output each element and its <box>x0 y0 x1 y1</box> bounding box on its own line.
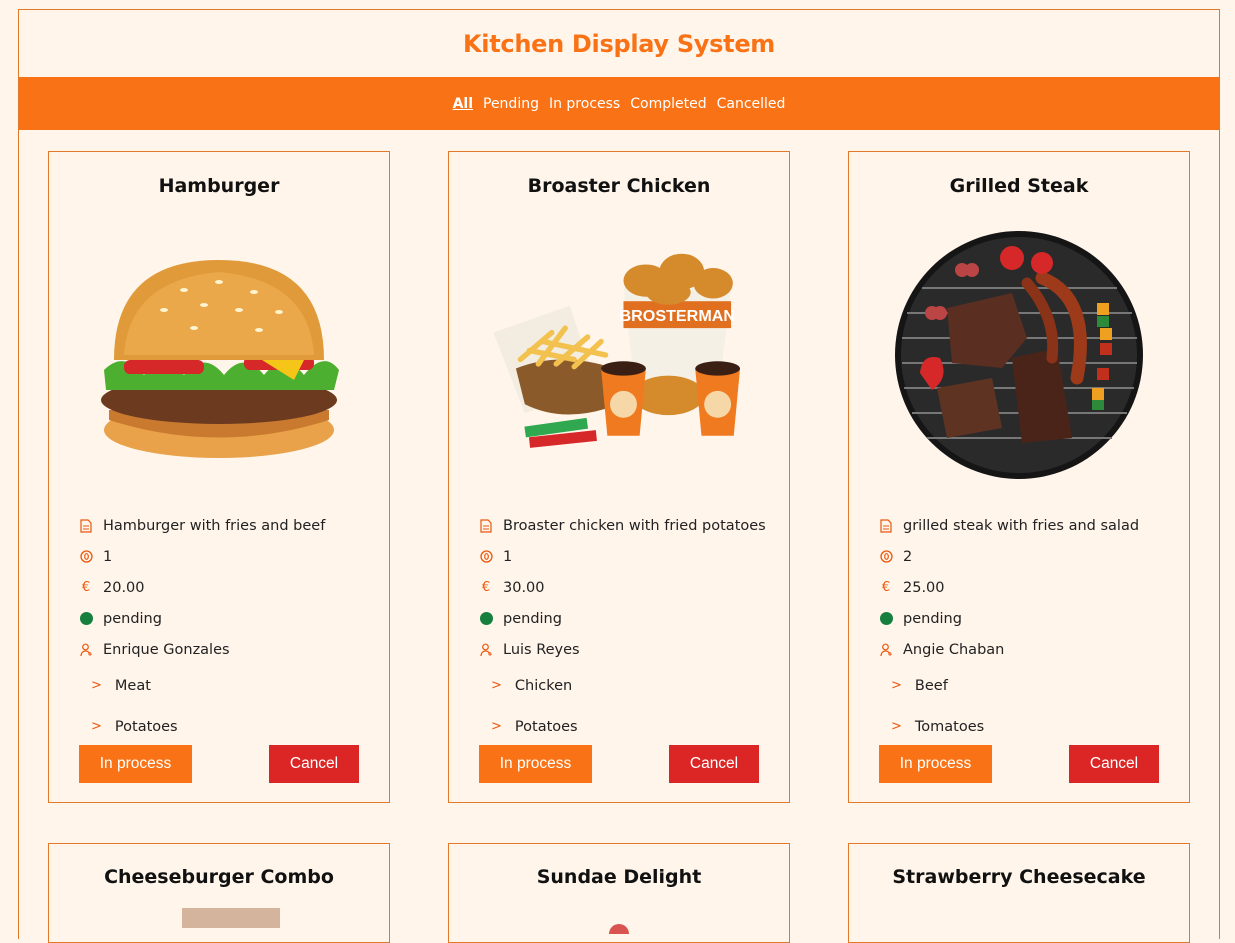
svg-text:BROSTERMAN: BROSTERMAN <box>619 307 735 325</box>
order-card: Cheeseburger Combo <box>48 843 390 943</box>
order-card: Broaster Chicken BROSTERMAN Broaster chi… <box>448 151 790 803</box>
order-title: Cheeseburger Combo <box>104 866 334 888</box>
quantity-icon <box>79 550 93 564</box>
customer-row: Luis Reyes <box>479 634 779 665</box>
order-title: Broaster Chicken <box>527 175 711 197</box>
cancel-button[interactable]: Cancel <box>1069 745 1159 783</box>
ingredient-item: > Potatoes <box>91 718 178 735</box>
grilled-steak-image <box>889 220 1149 490</box>
filter-bar: All Pending In process Completed Cancell… <box>19 77 1219 130</box>
order-price: 30.00 <box>503 579 545 596</box>
chevron-right-icon: > <box>491 678 502 693</box>
document-icon <box>79 518 93 533</box>
order-status: pending <box>503 610 562 627</box>
quantity-icon <box>879 550 893 564</box>
price-row: € 30.00 <box>479 572 779 603</box>
user-icon <box>879 643 893 657</box>
euro-icon: € <box>481 580 491 595</box>
order-description: Broaster chicken with fried potatoes <box>503 517 766 534</box>
order-details: grilled steak with fries and salad 2 € 2… <box>879 510 1179 747</box>
in-process-button[interactable]: In process <box>79 745 192 783</box>
chevron-right-icon: > <box>91 719 102 734</box>
chevron-right-icon: > <box>891 719 902 734</box>
order-title: Strawberry Cheesecake <box>892 866 1146 888</box>
status-dot-icon <box>879 612 893 626</box>
order-customer: Angie Chaban <box>903 641 1005 658</box>
euro-icon: € <box>881 580 891 595</box>
description-row: grilled steak with fries and salad <box>879 510 1179 541</box>
price-row: € 20.00 <box>79 572 379 603</box>
ingredient-item: > Potatoes <box>491 718 578 735</box>
page-title: Kitchen Display System <box>463 29 775 58</box>
filter-cancelled[interactable]: Cancelled <box>717 96 786 112</box>
order-price: 20.00 <box>103 579 145 596</box>
filter-completed[interactable]: Completed <box>630 96 706 112</box>
in-process-button[interactable]: In process <box>479 745 592 783</box>
order-customer: Luis Reyes <box>503 641 580 658</box>
filter-pending[interactable]: Pending <box>483 96 539 112</box>
customer-row: Angie Chaban <box>879 634 1179 665</box>
status-row: pending <box>879 603 1179 634</box>
order-quantity: 2 <box>903 548 913 565</box>
description-row: Broaster chicken with fried potatoes <box>479 510 779 541</box>
chevron-right-icon: > <box>491 719 502 734</box>
status-row: pending <box>79 603 379 634</box>
order-price: 25.00 <box>903 579 945 596</box>
user-icon <box>479 643 493 657</box>
document-icon <box>879 518 893 533</box>
order-status: pending <box>103 610 162 627</box>
order-details: Hamburger with fries and beef 1 € 20.00 … <box>79 510 379 747</box>
ingredient-item: > Beef <box>891 677 948 694</box>
cheeseburger-combo-image <box>182 908 280 928</box>
order-card: Strawberry Cheesecake <box>848 843 1190 943</box>
document-icon <box>479 518 493 533</box>
chevron-right-icon: > <box>91 678 102 693</box>
quantity-icon <box>479 550 493 564</box>
order-quantity: 1 <box>503 548 513 565</box>
order-description: grilled steak with fries and salad <box>903 517 1140 534</box>
quantity-row: 2 <box>879 541 1179 572</box>
description-row: Hamburger with fries and beef <box>79 510 379 541</box>
hamburger-image <box>89 220 349 490</box>
customer-row: Enrique Gonzales <box>79 634 379 665</box>
user-icon <box>79 643 93 657</box>
euro-icon: € <box>81 580 91 595</box>
order-description: Hamburger with fries and beef <box>103 517 326 534</box>
status-row: pending <box>479 603 779 634</box>
order-card: Sundae Delight <box>448 843 790 943</box>
order-details: Broaster chicken with fried potatoes 1 €… <box>479 510 779 747</box>
filter-in-process[interactable]: In process <box>549 96 620 112</box>
filter-all[interactable]: All <box>453 96 473 112</box>
cancel-button[interactable]: Cancel <box>669 745 759 783</box>
ingredient-item: > Tomatoes <box>891 718 985 735</box>
order-title: Hamburger <box>158 175 280 197</box>
status-dot-icon <box>479 612 493 626</box>
quantity-row: 1 <box>479 541 779 572</box>
order-customer: Enrique Gonzales <box>103 641 230 658</box>
status-dot-icon <box>79 612 93 626</box>
price-row: € 25.00 <box>879 572 1179 603</box>
chevron-right-icon: > <box>891 678 902 693</box>
order-quantity: 1 <box>103 548 113 565</box>
order-card: Grilled Steak grilled steak with fries a… <box>848 151 1190 803</box>
ingredient-item: > Chicken <box>491 677 573 694</box>
order-title: Sundae Delight <box>536 866 702 888</box>
order-title: Grilled Steak <box>949 175 1089 197</box>
order-status: pending <box>903 610 962 627</box>
order-card: Hamburger Hamburger with fries and beef … <box>48 151 390 803</box>
quantity-row: 1 <box>79 541 379 572</box>
broaster-chicken-image: BROSTERMAN <box>489 220 749 490</box>
cancel-button[interactable]: Cancel <box>269 745 359 783</box>
in-process-button[interactable]: In process <box>879 745 992 783</box>
ingredient-item: > Meat <box>91 677 151 694</box>
